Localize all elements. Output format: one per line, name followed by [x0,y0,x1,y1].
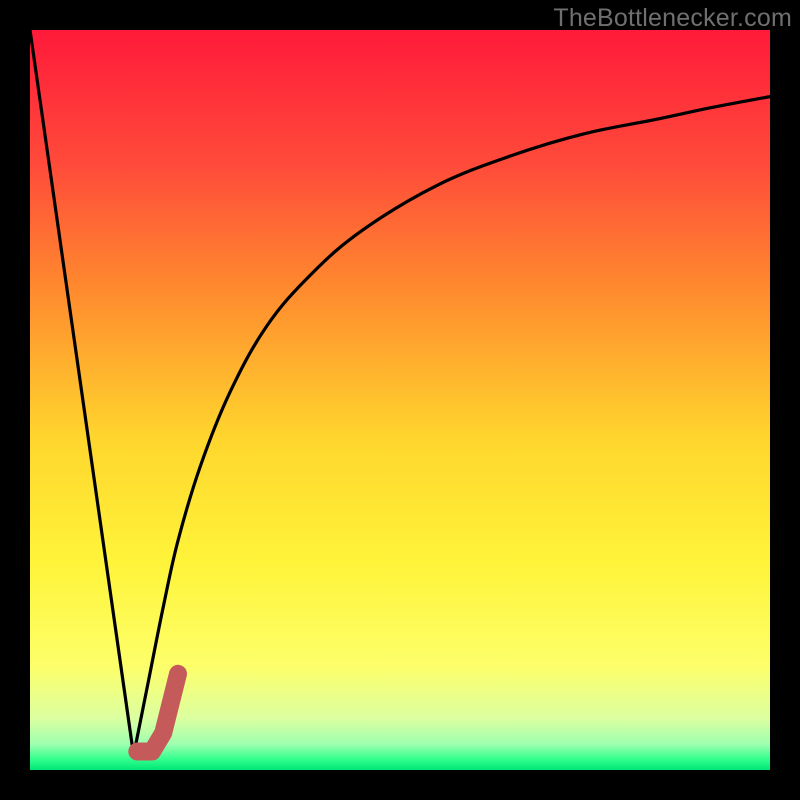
chart-container: TheBottlenecker.com [0,0,800,800]
watermark-label: TheBottlenecker.com [553,4,792,33]
bottleneck-chart [30,30,770,770]
gradient-rect [30,30,770,770]
